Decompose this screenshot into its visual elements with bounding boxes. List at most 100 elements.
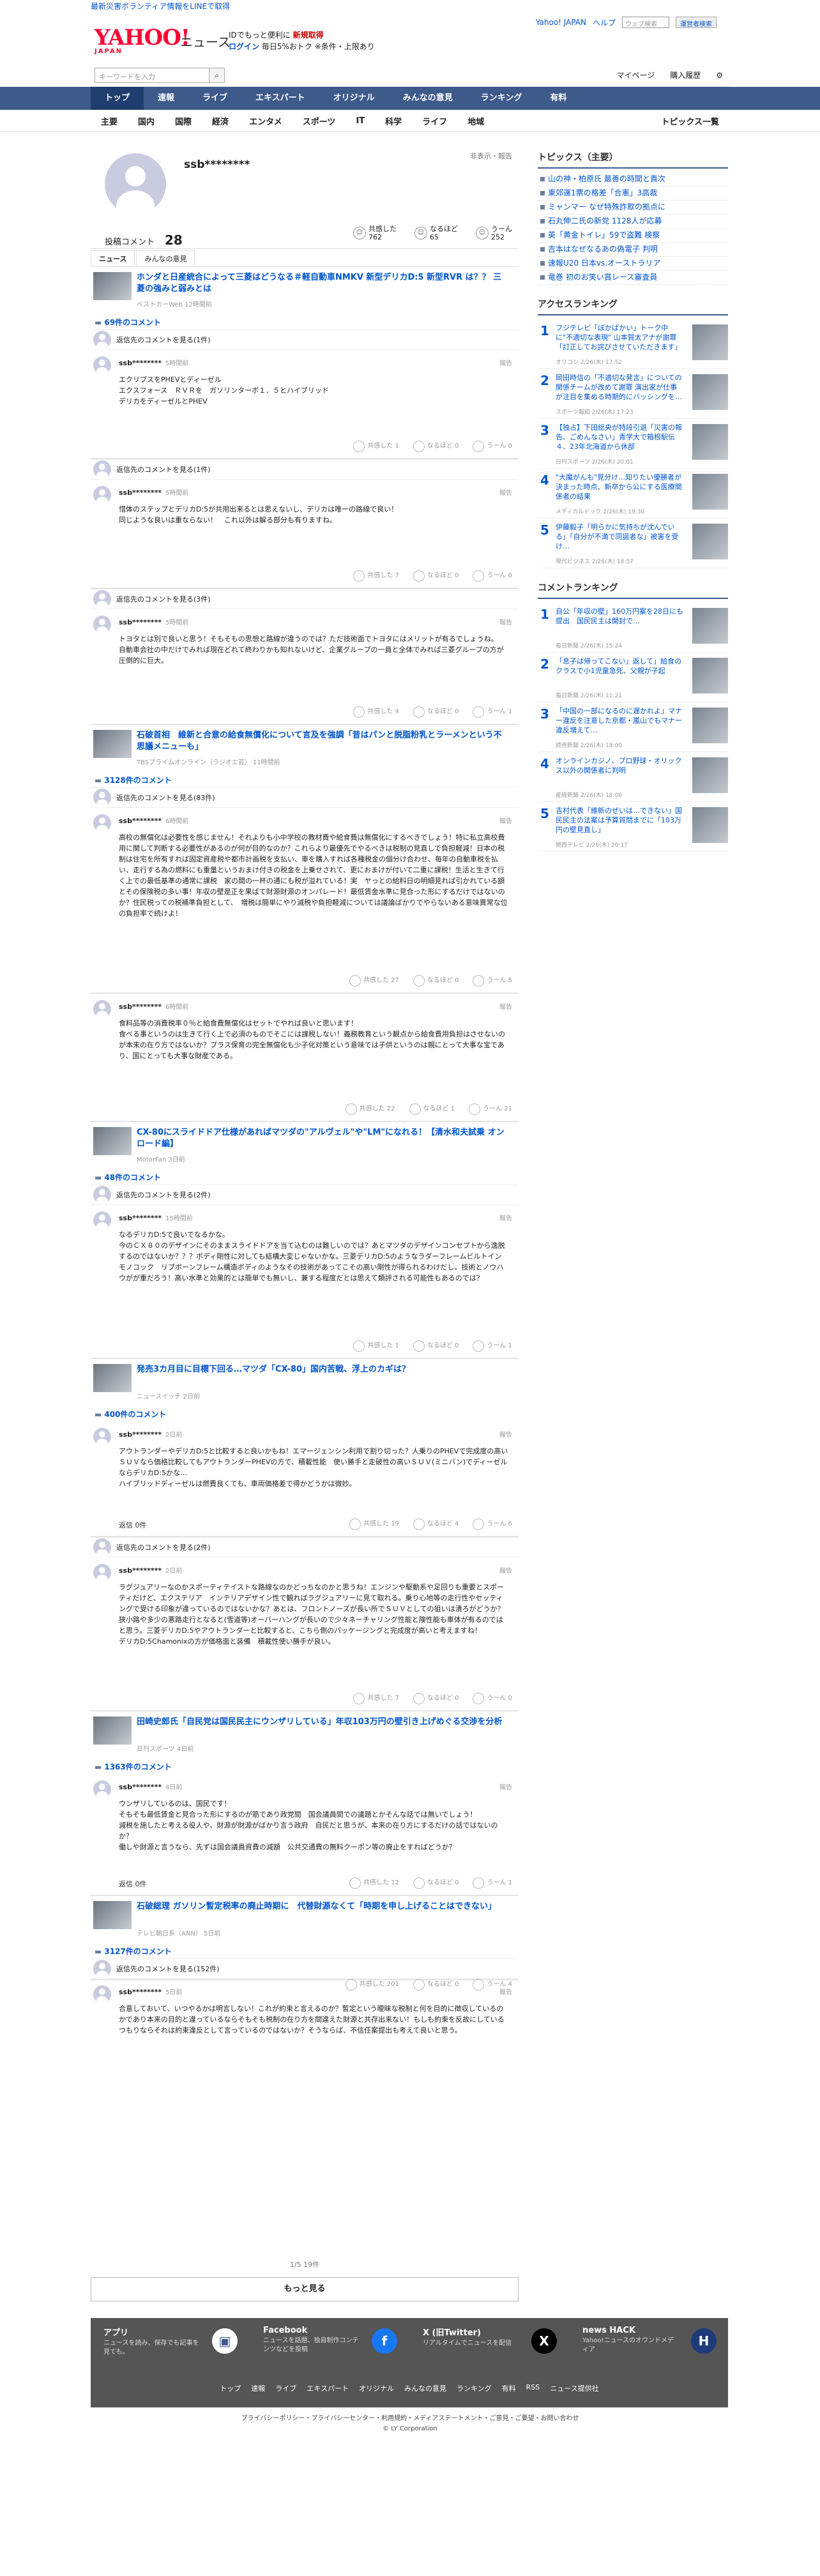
snav-item[interactable]: 経済 — [202, 115, 239, 127]
topic-item[interactable]: 速報U20 日本vs.オーストラリア — [538, 257, 728, 271]
report-link[interactable]: 報告 — [499, 1213, 512, 1222]
topic-item[interactable]: 東郊運1票の格差「合憲」3高裁 — [538, 186, 728, 201]
gnav-item[interactable]: オリジナル — [319, 87, 389, 110]
reaction-button[interactable]: なるほど 4 — [413, 1519, 459, 1530]
policy-links[interactable]: プライバシーポリシー・プライバシーセンター・利用規約・メディアステートメント・ご… — [0, 2414, 820, 2424]
facebook-icon[interactable]: f — [372, 2328, 397, 2354]
reaction-button[interactable]: 共感した 4 — [353, 706, 399, 718]
mypage-link[interactable]: マイページ — [616, 70, 655, 80]
topic-item[interactable]: ミャンマー なぜ特殊詐欺の拠点に — [538, 201, 728, 215]
reaction-button[interactable]: 共感した 1 — [353, 441, 399, 452]
reaction-button[interactable]: なるほど 0 — [413, 706, 459, 718]
reply-parent-link[interactable]: 返信先のコメントを見る(83件) — [91, 787, 519, 808]
reaction-button[interactable]: なるほど 0 — [413, 570, 459, 582]
reaction-button[interactable]: うーん 0 — [473, 441, 512, 452]
ranking-item[interactable]: 5 吉村代表「維新のぜいは…できない」国民民主の法案は予算質問までに「103万円の… — [538, 802, 728, 852]
reply-parent-link[interactable]: 返信先のコメントを見る(2件) — [91, 1537, 519, 1558]
ranking-item[interactable]: 2 「息子は帰ってこない」返して」給食のクラスで小1児童急死、父親が子起 毎日新聞 … — [538, 653, 728, 702]
gnav-item[interactable]: ランキング — [467, 87, 536, 110]
reaction-button[interactable]: なるほど 1 — [409, 1103, 455, 1115]
app-icon[interactable]: ▣ — [212, 2328, 238, 2354]
reaction-button[interactable]: なるほど 0 — [413, 1877, 459, 1889]
topic-item[interactable]: 竜巻 初のお笑い賞レース審査員 — [538, 271, 728, 285]
gnav-item[interactable]: 速報 — [144, 87, 188, 110]
reaction-button[interactable]: うーん 0 — [473, 570, 512, 582]
help-link[interactable]: ヘルプ — [593, 17, 616, 28]
reaction-button[interactable]: なるほど 0 — [413, 441, 459, 452]
reply-parent-link[interactable]: 返信先のコメントを見る(152件) — [91, 1959, 519, 1980]
gnav-item[interactable]: みんなの意見 — [389, 87, 467, 110]
snav-item[interactable]: IT — [345, 116, 375, 126]
article-title[interactable]: 田崎史郎氏「自民党は国民民主にウンザリしている」年収103万円の壁引き上げめぐる… — [137, 1716, 507, 1728]
web-search-input[interactable]: ウェブ検索 — [622, 17, 669, 28]
ranking-item[interactable]: 2 岡田時信の「不適切な発言」についての関係チームが改めて謝罪 演出家が仕事が注目… — [538, 369, 728, 419]
footer-link[interactable]: 速報 — [251, 2383, 265, 2393]
reaction-button[interactable]: うーん 4 — [473, 1979, 512, 1990]
footer-link[interactable]: RSS — [526, 2383, 540, 2393]
footer-link[interactable]: トップ — [220, 2383, 241, 2393]
reaction-button[interactable]: うーん 5 — [473, 975, 512, 987]
snav-item[interactable]: 国内 — [128, 115, 165, 127]
snav-item[interactable]: 地域 — [457, 115, 494, 127]
article-thumbnail[interactable] — [93, 272, 132, 300]
notice-link[interactable]: 最新災害ボランティア情報をLINEで取得 — [91, 2, 230, 11]
article-thumbnail[interactable] — [93, 1364, 132, 1392]
gnav-item[interactable]: 有料 — [536, 87, 581, 110]
topic-item[interactable]: 石丸伸二氏の新党 1128人が応募 — [538, 215, 728, 229]
topics-list-link[interactable]: トピックス一覧 — [651, 115, 729, 127]
footer-link[interactable]: エキスパート — [307, 2383, 349, 2393]
reply-parent-link[interactable]: 返信先のコメントを見る(1件) — [91, 459, 519, 480]
report-link[interactable]: 報告 — [499, 1001, 512, 1011]
footer-link[interactable]: オリジナル — [359, 2383, 394, 2393]
reaction-button[interactable]: なるほど 0 — [413, 975, 459, 987]
purchase-link[interactable]: 購入履歴 — [670, 70, 701, 80]
yj-link[interactable]: Yahoo! JAPAN — [536, 18, 586, 27]
snav-item[interactable]: 科学 — [375, 115, 412, 127]
comment-count[interactable]: 400件のコメント — [91, 1404, 519, 1421]
footer-item[interactable]: X (旧Twitter) リアルタイムでニュースを配信 — [423, 2326, 519, 2348]
ranking-item[interactable]: 1 フジテレビ「ぼかばかい」トーク中に"不適切な表現" 山本賀太アナが謝罪「訂正し… — [538, 319, 728, 369]
reaction-button[interactable]: うーん 6 — [473, 1519, 512, 1530]
gnav-item[interactable]: ライブ — [188, 87, 241, 110]
reply-count[interactable]: 返信 0件 — [119, 1520, 147, 1530]
profile-links[interactable]: 非表示・報告 — [470, 151, 512, 161]
ranking-item[interactable]: 4 "大魔がんも"見分け…知りたい優勝者が決まった時点、新卒から公にする医療関係者… — [538, 469, 728, 519]
reply-parent-link[interactable]: 返信先のコメントを見る(2件) — [91, 1185, 519, 1206]
reaction-button[interactable]: なるほど 0 — [413, 1979, 459, 1990]
snav-item[interactable]: エンタメ — [239, 115, 292, 127]
register-link[interactable]: 新規取得 — [293, 31, 324, 40]
x-icon[interactable]: X — [531, 2328, 557, 2354]
reaction-button[interactable]: なるほど 0 — [413, 1340, 459, 1352]
reply-count[interactable]: 返信 0件 — [119, 1879, 147, 1889]
report-link[interactable]: 報告 — [499, 815, 512, 825]
article-thumbnail[interactable] — [93, 1716, 132, 1745]
comment-count[interactable]: 3128件のコメント — [91, 769, 519, 787]
comment-count[interactable]: 48件のコメント — [91, 1167, 519, 1185]
yahoo-logo[interactable]: YAHOO! JAPAN — [95, 27, 190, 55]
reply-parent-link[interactable]: 返信先のコメントを見る(1件) — [91, 330, 519, 351]
ranking-item[interactable]: 3 【独占】下田総央が特段引退「災害の報告、ごめんなさい」青学大で箱根駅伝４、23… — [538, 419, 728, 469]
gnav-item[interactable]: エキスパート — [241, 87, 319, 110]
footer-link[interactable]: ライブ — [275, 2383, 296, 2393]
article-title[interactable]: 発売3カ月目に目標下回る…マツダ「CX-80」国内苦戦、浮上のカギは？ — [137, 1364, 507, 1375]
login-link[interactable]: ログイン — [229, 42, 259, 51]
comment-count[interactable]: 1363件のコメント — [91, 1756, 519, 1774]
footer-item[interactable]: Facebook ニュースを話題、独自制作コンテンツなどを投稿 — [263, 2326, 359, 2354]
footer-link[interactable]: みんなの意見 — [404, 2383, 446, 2393]
more-button[interactable]: もっと見る — [91, 2277, 519, 2301]
reaction-button[interactable]: 共感した 7 — [353, 570, 399, 582]
report-link[interactable]: 報告 — [499, 358, 512, 367]
footer-link[interactable]: 有料 — [502, 2383, 516, 2393]
article-title[interactable]: ホンダと日産統合によって三菱はどうなる＃軽自動車NMKV 新型デリカD:5 新型… — [137, 272, 507, 295]
reaction-button[interactable]: うーん 1 — [473, 1877, 512, 1889]
reply-parent-link[interactable]: 返信先のコメントを見る(3件) — [91, 589, 519, 610]
ranking-item[interactable]: 5 伊藤毅子「明らかに気持ちが沈んでいる」「自分が不満で同誕者な」被害を受け… 現代… — [538, 519, 728, 568]
ranking-item[interactable]: 1 自公「年収の壁」160万円案を28日にも提出 国民民主は開封で… 毎日新聞 2/… — [538, 603, 728, 653]
reaction-button[interactable]: 共感した 22 — [345, 1103, 395, 1115]
snav-item[interactable]: 国際 — [165, 115, 202, 127]
footer-link[interactable]: ニュース提供社 — [550, 2383, 598, 2393]
keyword-input[interactable]: キーワードを入力 — [95, 67, 209, 83]
snav-item[interactable]: ライフ — [412, 115, 457, 127]
gear-icon[interactable]: ⚙ — [716, 71, 723, 80]
ranking-item[interactable]: 3 「中国の一部になるのに遅かれよ」マナー違反を注意した京都・嵐山でもマナー違反増… — [538, 702, 728, 752]
